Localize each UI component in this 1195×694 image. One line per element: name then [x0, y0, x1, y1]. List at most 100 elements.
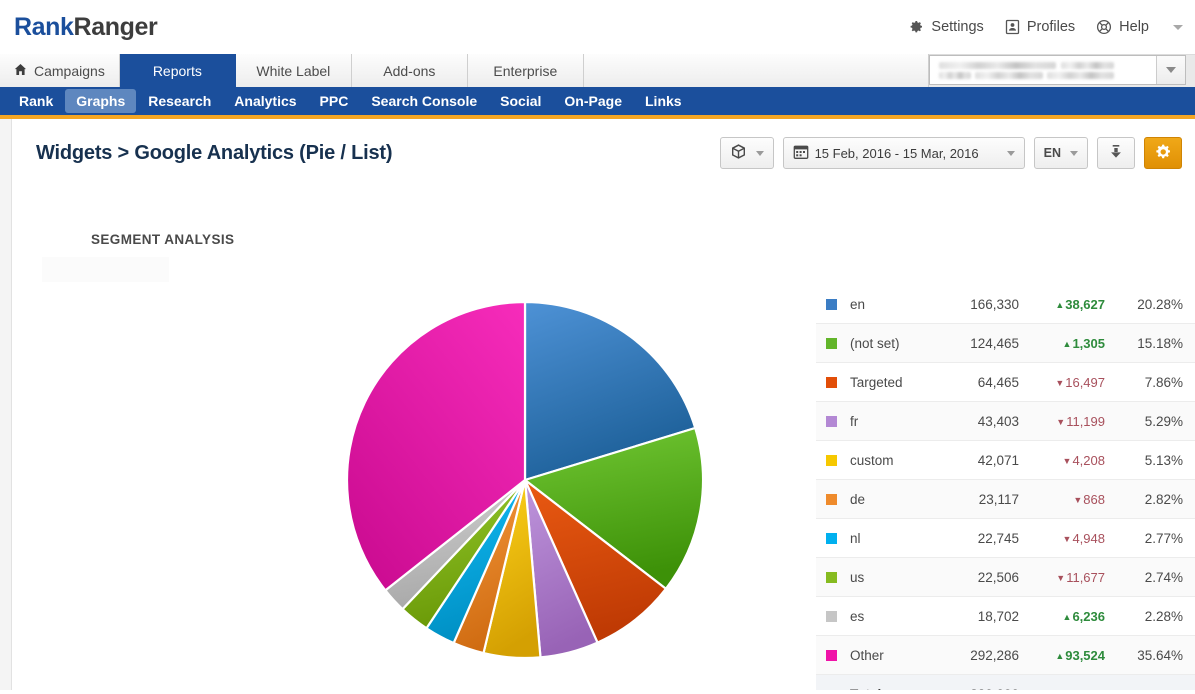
segment-analysis-widget: SEGMENT ANALYSIS en 166,330 ▲38,627 20.2… [12, 169, 1195, 690]
subnav-item-analytics[interactable]: Analytics [223, 89, 307, 113]
legend-percent: 2.28% [1144, 608, 1183, 624]
cube-icon [730, 143, 747, 163]
legend-swatch [826, 376, 837, 388]
legend-change-value: 6,236 [1072, 608, 1105, 624]
header-actions: Settings Profiles Help [908, 19, 1195, 35]
arrow-down-icon: ▼ [1056, 572, 1066, 583]
legend-swatch [826, 571, 837, 583]
table-row[interactable]: en 166,330 ▲38,627 20.28% [816, 285, 1195, 324]
table-row[interactable]: fr 43,403 ▼11,199 5.29% [816, 402, 1195, 441]
campaign-selector[interactable] [929, 55, 1186, 85]
legend-name: us [850, 569, 865, 585]
widget-subtitle-placeholder [42, 257, 169, 282]
tab-enterprise[interactable]: Enterprise [467, 54, 584, 87]
app-header: RankRanger Settings Profiles Help [0, 0, 1195, 54]
subnav-item-graphs[interactable]: Graphs [65, 89, 137, 113]
language-label: EN [1043, 146, 1061, 160]
legend-value: 42,071 [977, 452, 1019, 468]
arrow-down-icon: ▼ [1062, 533, 1072, 544]
subnav-item-links[interactable]: Links [634, 89, 693, 113]
legend-change: ▼16,497 [1019, 375, 1105, 390]
tab-campaigns-label: Campaigns [34, 62, 105, 79]
legend-value: 124,465 [970, 335, 1019, 351]
page-title: Widgets > Google Analytics (Pie / List) [36, 141, 393, 164]
table-row[interactable]: Targeted 64,465 ▼16,497 7.86% [816, 363, 1195, 402]
arrow-up-icon: ▲ [1062, 338, 1072, 349]
legend-name: Other [850, 647, 884, 663]
legend-change: ▼4,208 [1019, 453, 1105, 468]
legend-value: 64,465 [977, 374, 1019, 390]
tab-reports[interactable]: Reports [119, 54, 236, 87]
legend-value: 166,330 [970, 296, 1019, 312]
arrow-down-icon: ▼ [1073, 494, 1083, 505]
table-row[interactable]: Other 292,286 ▲93,524 35.64% [816, 636, 1195, 675]
subnav-item-research[interactable]: Research [137, 89, 222, 113]
legend-name: fr [850, 413, 859, 429]
campaign-selector-value [930, 56, 1156, 84]
legend-change-value: 868 [1083, 491, 1105, 507]
header-help-button[interactable]: Help [1096, 19, 1149, 35]
header-settings-button[interactable]: Settings [908, 19, 984, 35]
legend-swatch [826, 454, 837, 466]
legend-percent: 5.13% [1144, 452, 1183, 468]
legend-swatch [826, 415, 837, 427]
legend-change: ▲6,236 [1019, 609, 1105, 624]
table-row[interactable]: es 18,702 ▲6,236 2.28% [816, 597, 1195, 636]
gear-icon [1154, 143, 1172, 164]
legend-name: Targeted [850, 374, 903, 390]
legend-swatch [826, 337, 837, 349]
chevron-down-icon [1006, 150, 1015, 156]
arrow-up-icon: ▲ [1062, 611, 1072, 622]
logo[interactable]: RankRanger [14, 13, 158, 42]
chevron-down-icon[interactable] [1173, 24, 1183, 30]
widget-settings-button[interactable] [1144, 137, 1182, 169]
table-row[interactable]: nl 22,745 ▼4,948 2.77% [816, 519, 1195, 558]
table-row[interactable]: (not set) 124,465 ▲1,305 15.18% [816, 324, 1195, 363]
date-range-button[interactable]: 15 Feb, 2016 - 15 Mar, 2016 [782, 137, 1025, 169]
legend-change-value: 38,627 [1065, 296, 1105, 312]
download-button[interactable] [1097, 137, 1135, 169]
table-row[interactable]: de 23,117 ▼868 2.82% [816, 480, 1195, 519]
secondary-nav: Rank Graphs Research Analytics PPC Searc… [0, 87, 1195, 119]
arrow-down-icon: ▼ [1056, 416, 1066, 427]
tab-white-label[interactable]: White Label [235, 54, 352, 87]
tab-add-ons-label: Add-ons [383, 62, 436, 79]
legend-change-value: 11,199 [1066, 413, 1105, 429]
legend-percent: 5.29% [1144, 413, 1183, 429]
arrow-down-icon: ▼ [1055, 377, 1065, 388]
language-button[interactable]: EN [1033, 137, 1088, 169]
home-icon [14, 63, 27, 79]
legend-percent: 35.64% [1137, 647, 1183, 663]
gear-icon [908, 19, 924, 35]
legend-name: custom [850, 452, 894, 468]
tab-reports-label: Reports [152, 62, 202, 79]
subnav-item-social[interactable]: Social [489, 89, 552, 113]
legend-value: 22,745 [977, 530, 1019, 546]
legend-percent: 15.18% [1137, 335, 1183, 351]
table-row[interactable]: custom 42,071 ▼4,208 5.13% [816, 441, 1195, 480]
widget-picker-button[interactable] [719, 137, 774, 169]
legend-swatch [826, 610, 837, 622]
tab-enterprise-label: Enterprise [493, 62, 558, 79]
legend-percent: 2.82% [1144, 491, 1183, 507]
page-header: Widgets > Google Analytics (Pie / List) … [12, 119, 1195, 169]
subnav-item-rank[interactable]: Rank [8, 89, 64, 113]
tab-add-ons[interactable]: Add-ons [351, 54, 468, 87]
subnav-item-search-console[interactable]: Search Console [360, 89, 488, 113]
subnav-item-on-page[interactable]: On-Page [553, 89, 633, 113]
header-profiles-label: Profiles [1026, 19, 1076, 35]
tab-campaigns[interactable]: Campaigns [0, 54, 120, 87]
legend-change-value: 11,677 [1066, 569, 1105, 585]
legend-percent: 7.86% [1144, 374, 1183, 390]
chevron-down-icon [755, 150, 764, 156]
header-settings-label: Settings [931, 19, 984, 35]
legend-value: 43,403 [977, 413, 1019, 429]
header-profiles-button[interactable]: Profiles [1005, 19, 1075, 35]
legend-change-value: 4,208 [1072, 452, 1105, 468]
subnav-item-ppc[interactable]: PPC [309, 89, 360, 113]
table-row[interactable]: us 22,506 ▼11,677 2.74% [816, 558, 1195, 597]
campaign-selector-arrow[interactable] [1156, 56, 1185, 84]
legend-change-value: 16,497 [1065, 374, 1105, 390]
legend-value: 18,702 [977, 608, 1019, 624]
legend-percent: 2.74% [1144, 569, 1183, 585]
